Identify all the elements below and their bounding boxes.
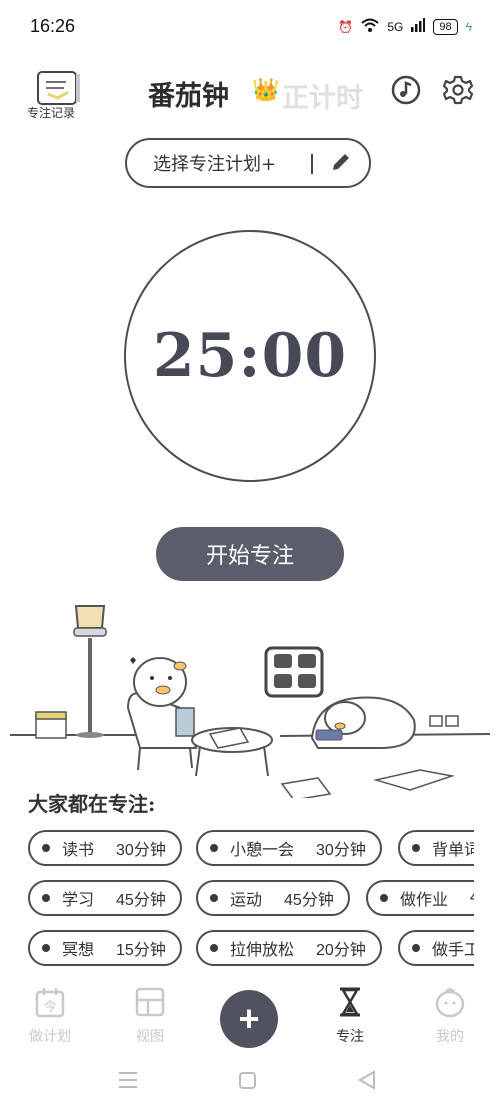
focus-chip[interactable]: 冥想 15分钟 bbox=[28, 930, 182, 966]
network-label: 5G bbox=[387, 19, 404, 34]
nav-focus[interactable]: 专注 bbox=[315, 986, 385, 1046]
music-note-icon[interactable] bbox=[390, 74, 422, 110]
nav-plan-label: 做计划 bbox=[29, 1029, 71, 1045]
focus-section-heading: 大家都在专注: bbox=[28, 792, 156, 816]
layout-icon bbox=[135, 987, 165, 1017]
charging-icon: ϟ bbox=[465, 19, 472, 34]
tab-count-up[interactable]: 正计时 bbox=[282, 76, 363, 115]
signal-icon bbox=[411, 18, 426, 35]
home-icon[interactable] bbox=[239, 1072, 256, 1089]
status-icons: ⏰ 5G 98 ϟ bbox=[338, 18, 472, 35]
select-plan-label: 选择专注计划+ bbox=[153, 154, 277, 175]
crown-icon: 👑 bbox=[252, 78, 280, 103]
add-button[interactable]: + bbox=[220, 990, 278, 1048]
timer-value: 25:00 bbox=[152, 321, 348, 391]
chip-name: 做手工 bbox=[432, 942, 474, 959]
chip-name: 做作业 bbox=[400, 892, 449, 909]
chip-duration: 15分钟 bbox=[116, 942, 166, 959]
focus-chip[interactable]: 背单词 bbox=[398, 830, 474, 866]
chip-duration: 20分钟 bbox=[316, 942, 366, 959]
calendar-icon: 今 bbox=[35, 988, 65, 1018]
system-navigation-bar bbox=[0, 1060, 500, 1097]
bullet-icon bbox=[42, 894, 50, 902]
battery-icon: 98 bbox=[433, 18, 458, 35]
focus-chip-list: 读书 30分钟 小憩一会 30分钟 背单词 学习 45分钟 运动 45分钟 做作… bbox=[0, 825, 474, 975]
nav-plan[interactable]: 今 做计划 bbox=[15, 986, 85, 1046]
timer-dial[interactable]: 25:00 bbox=[124, 230, 376, 482]
focus-record-label[interactable]: 专注记录 bbox=[27, 104, 75, 121]
divider bbox=[311, 154, 313, 174]
chip-name: 冥想 bbox=[62, 942, 95, 959]
room-illustration bbox=[0, 598, 500, 801]
focus-chip[interactable]: 拉伸放松 20分钟 bbox=[196, 930, 382, 966]
nav-view-label: 视图 bbox=[136, 1029, 164, 1045]
focus-chip[interactable]: 学习 45分钟 bbox=[28, 880, 182, 916]
nav-mine[interactable]: 我的 bbox=[415, 986, 485, 1046]
chip-name: 小憩一会 bbox=[230, 842, 295, 859]
nav-view[interactable]: 视图 bbox=[115, 986, 185, 1046]
gear-icon[interactable] bbox=[442, 74, 474, 110]
nav-mine-label: 我的 bbox=[436, 1029, 464, 1045]
chip-name: 背单词 bbox=[432, 842, 474, 859]
bullet-icon bbox=[42, 844, 50, 852]
start-focus-button[interactable]: 开始专注 bbox=[156, 527, 344, 581]
chip-name: 拉伸放松 bbox=[230, 942, 295, 959]
bullet-icon bbox=[412, 944, 420, 952]
focus-chip[interactable]: 做手工 bbox=[398, 930, 474, 966]
alarm-icon: ⏰ bbox=[338, 19, 354, 34]
nav-focus-label: 专注 bbox=[336, 1029, 364, 1045]
bullet-icon bbox=[210, 894, 218, 902]
chip-name: 学习 bbox=[62, 892, 95, 909]
chip-duration: 45 bbox=[470, 889, 474, 907]
chip-duration: 30分钟 bbox=[316, 842, 366, 859]
bullet-icon bbox=[380, 894, 388, 902]
bullet-icon bbox=[42, 944, 50, 952]
focus-record-icon[interactable] bbox=[36, 70, 82, 106]
chip-duration: 45分钟 bbox=[116, 892, 166, 909]
chip-duration: 45分钟 bbox=[284, 892, 334, 909]
profile-chick-icon bbox=[435, 988, 465, 1018]
chip-duration: 30分钟 bbox=[116, 842, 166, 859]
focus-chip[interactable]: 读书 30分钟 bbox=[28, 830, 182, 866]
status-time: 16:26 bbox=[30, 16, 76, 36]
focus-chip[interactable]: 做作业 45 bbox=[366, 880, 474, 916]
tab-tomato-timer[interactable]: 番茄钟 bbox=[148, 74, 229, 113]
chip-name: 读书 bbox=[62, 842, 95, 859]
hourglass-icon bbox=[340, 987, 360, 1017]
focus-chip[interactable]: 运动 45分钟 bbox=[196, 880, 350, 916]
bullet-icon bbox=[210, 844, 218, 852]
pencil-icon[interactable] bbox=[330, 151, 352, 177]
focus-chip[interactable]: 小憩一会 30分钟 bbox=[196, 830, 382, 866]
bullet-icon bbox=[412, 844, 420, 852]
bullet-icon bbox=[210, 944, 218, 952]
back-icon[interactable] bbox=[357, 1070, 375, 1090]
wifi-icon bbox=[361, 18, 380, 35]
menu-icon[interactable] bbox=[119, 1072, 137, 1088]
calendar-glyph: 今 bbox=[43, 999, 56, 1015]
chip-name: 运动 bbox=[230, 892, 263, 909]
